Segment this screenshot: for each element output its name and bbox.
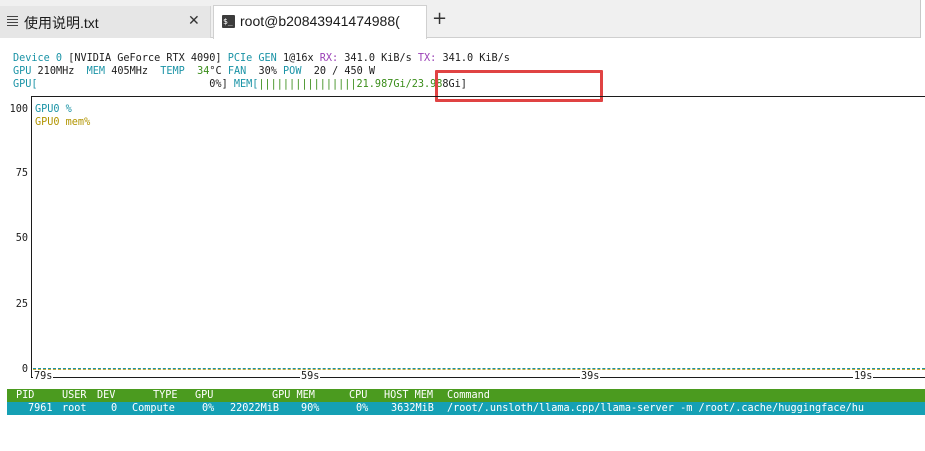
plot-bottom-axis: [31, 377, 925, 378]
plot-top-border: [31, 96, 925, 97]
gen-value: 1@16x: [282, 53, 314, 64]
ytick-label: 75: [15, 168, 28, 179]
col-dev: DEV: [97, 390, 116, 401]
device-info-line: Device 0 [NVIDIA GeForce RTX 4090] PCIe …: [13, 52, 510, 65]
gpu-clock-label: GPU: [13, 66, 32, 77]
col-command: Command: [447, 390, 490, 401]
ytick-label: 25: [15, 299, 28, 310]
mem-bar-fill: ||||||||||||||||: [258, 79, 357, 90]
pow-value: 20 / 450 W: [313, 66, 376, 77]
cell-gpu-mem-pct: 90%: [301, 403, 320, 414]
new-tab-button[interactable]: +: [432, 9, 447, 29]
series-line-gpu-mem: [33, 369, 925, 370]
mem-bar-label: MEM[: [233, 79, 259, 90]
window-edge: [920, 0, 925, 38]
usage-bars-line: GPU[ 0%] MEM[||||||||||||||||21.987Gi/23…: [13, 78, 467, 91]
xtick-label: 39s: [580, 371, 601, 383]
highlight-annotation: [435, 70, 603, 102]
legend-gpu-mem: GPU0 mem%: [35, 117, 91, 128]
col-gpu: GPU: [195, 390, 214, 401]
xtick-label: 19s: [853, 371, 874, 383]
cell-pid: 7961: [28, 403, 53, 414]
fan-label: FAN: [227, 66, 247, 77]
cell-cpu: 0%: [356, 403, 369, 414]
terminal-view[interactable]: Device 0 [NVIDIA GeForce RTX 4090] PCIe …: [0, 39, 925, 451]
tx-value: 341.0 KiB/s: [442, 53, 510, 64]
table-row[interactable]: 7961 root 0 Compute 0% 22022MiB 90% 0% 3…: [7, 402, 925, 415]
cell-type: Compute: [132, 403, 175, 414]
plot-left-border: [31, 96, 32, 378]
gpu-bar-label: GPU[: [13, 79, 38, 90]
ytick-label: 0: [21, 364, 28, 375]
col-cpu: CPU: [349, 390, 368, 401]
pcie-label: PCIe: [227, 53, 253, 64]
mem-clock-label: MEM: [86, 66, 106, 77]
xtick-label: 79s: [33, 371, 54, 383]
tab-label: root@b20843941474988(: [240, 13, 400, 29]
temp-label: TEMP: [160, 66, 185, 77]
mem-bar-value: 21.987Gi/23.98: [356, 79, 443, 90]
cell-host-mem: 3632MiB: [391, 403, 434, 414]
gpu-clock-value: 210MHz: [37, 66, 75, 77]
fan-value: 30%: [258, 66, 277, 77]
ytick-label: 100: [9, 104, 28, 115]
pow-label: POW: [283, 66, 302, 77]
device-label: Device 0: [13, 53, 63, 64]
tab-terminal[interactable]: $_ root@b20843941474988(: [213, 5, 427, 39]
temp-value: 34: [197, 66, 210, 77]
device-name: [NVIDIA GeForce RTX 4090]: [68, 53, 222, 64]
mem-clock-value: 405MHz: [111, 66, 148, 77]
tab-usage-txt[interactable]: 使用说明.txt ✕: [0, 6, 211, 38]
cell-dev: 0: [111, 403, 118, 414]
close-icon[interactable]: ✕: [188, 13, 200, 29]
cell-gpu: 0%: [202, 403, 215, 414]
cell-command: /root/.unsloth/llama.cpp/llama-server -m…: [447, 403, 865, 414]
gen-label: GEN: [258, 53, 277, 64]
tab-label: 使用说明.txt: [24, 15, 99, 31]
tx-label: TX:: [417, 53, 437, 64]
col-type: TYPE: [153, 390, 178, 401]
col-pid: PID: [16, 390, 35, 401]
legend-gpu-util: GPU0 %: [35, 104, 72, 115]
document-icon: [7, 16, 18, 27]
rx-value: 341.0 KiB/s: [344, 53, 412, 64]
cell-user: root: [62, 403, 87, 414]
tab-bar: 使用说明.txt ✕ $_ root@b20843941474988( +: [0, 0, 925, 39]
rx-label: RX:: [319, 53, 339, 64]
xtick-label: 59s: [300, 371, 321, 383]
process-table-header: PID USER DEV TYPE GPU GPU MEM CPU HOST M…: [7, 389, 925, 402]
gpu-bar-value: 0%]: [209, 79, 228, 90]
col-user: USER: [62, 390, 87, 401]
cell-gpu-mem: 22022MiB: [230, 403, 280, 414]
terminal-icon: $_: [222, 15, 235, 28]
temp-unit: °C: [209, 66, 222, 77]
ytick-label: 50: [15, 233, 28, 244]
stats-line: GPU 210MHz MEM 405MHz TEMP 34°C FAN 30% …: [13, 65, 375, 78]
col-host-mem: HOST MEM: [384, 390, 434, 401]
col-gpu-mem: GPU MEM: [272, 390, 315, 401]
